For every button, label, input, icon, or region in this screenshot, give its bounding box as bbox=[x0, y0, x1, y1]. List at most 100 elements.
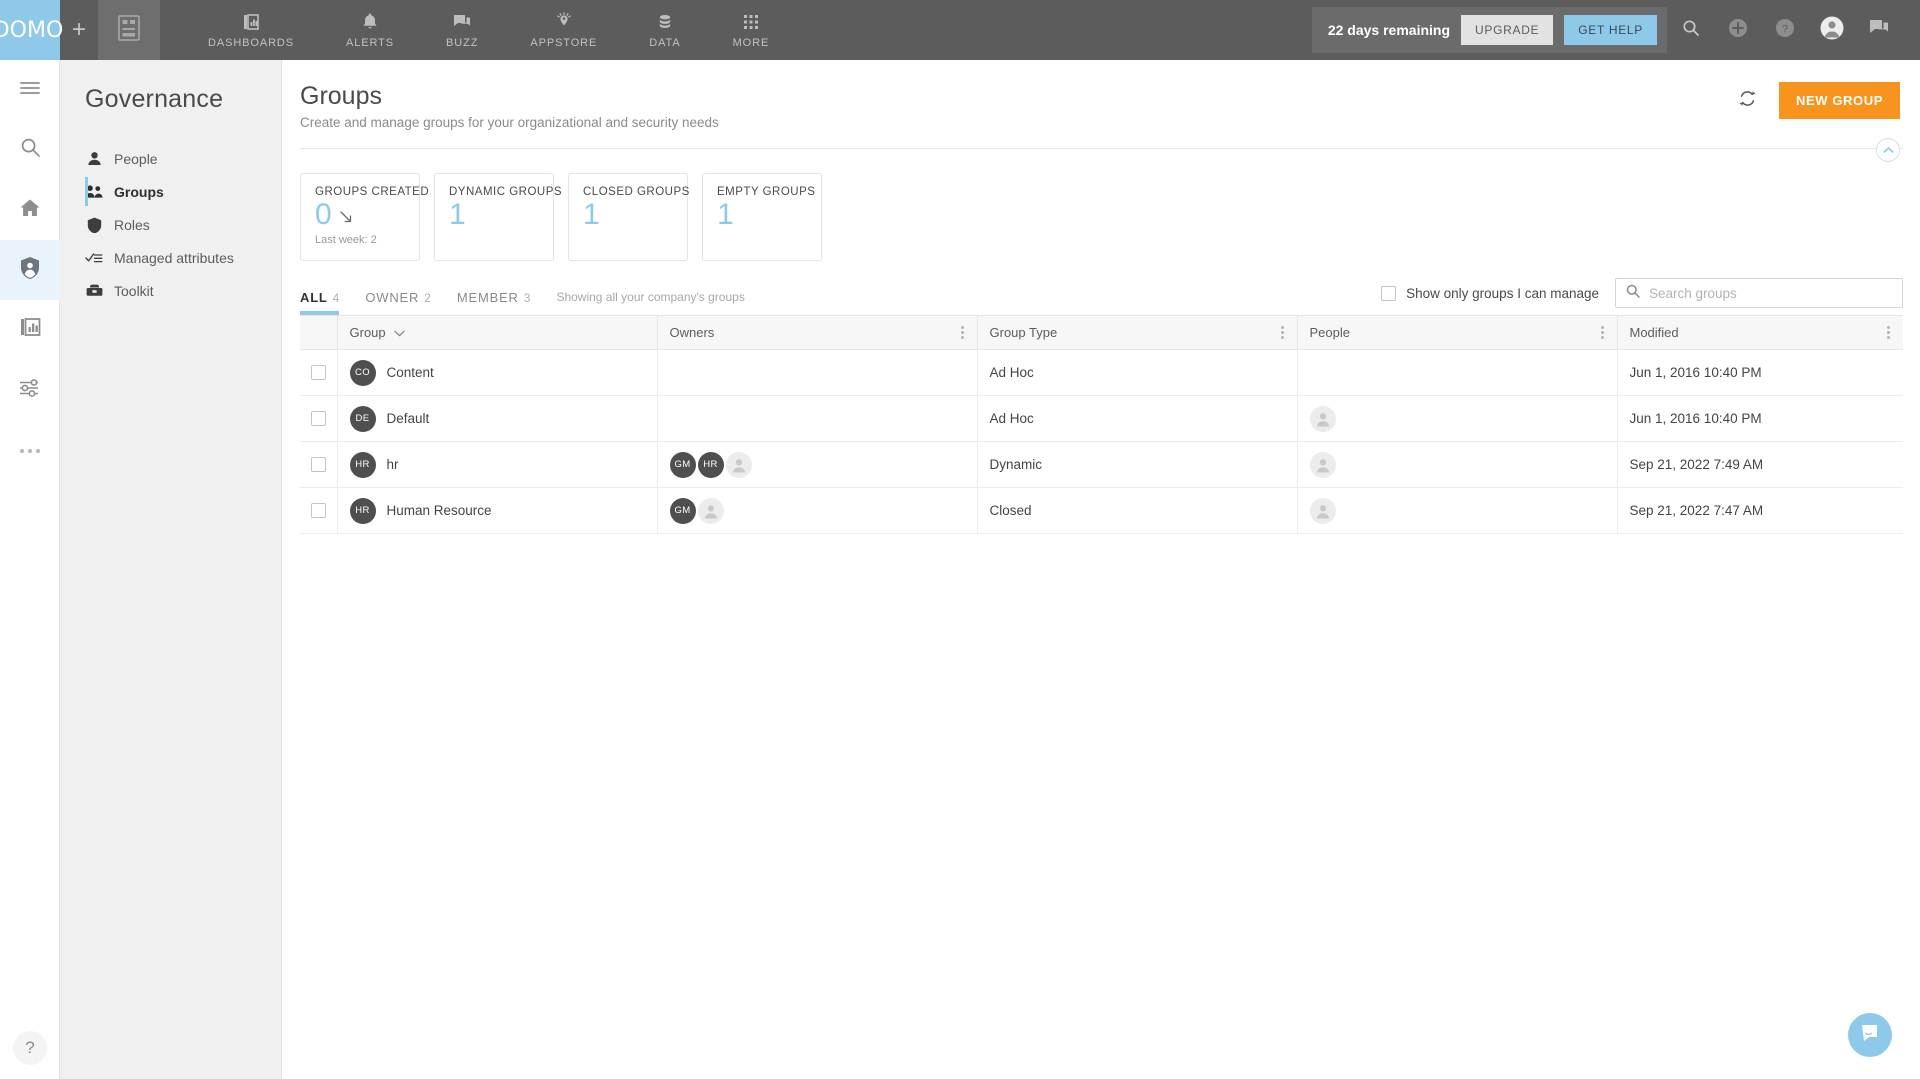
rail-item-settings[interactable] bbox=[0, 360, 60, 420]
cell-group-type: Closed bbox=[977, 487, 1298, 534]
new-group-button[interactable]: NEW GROUP bbox=[1778, 82, 1900, 119]
stat-footnote: Last week: 2 bbox=[315, 234, 377, 246]
chevron-down-icon[interactable] bbox=[393, 325, 405, 340]
filter-controls: Show only groups I can manage bbox=[1381, 278, 1903, 315]
chat-support-button[interactable] bbox=[1848, 1013, 1892, 1057]
stat-card-empty-groups[interactable]: EMPTY GROUPS 1 bbox=[702, 173, 822, 261]
sidebar-item-roles[interactable]: Roles bbox=[60, 208, 281, 241]
sidebar-item-groups[interactable]: Groups bbox=[60, 175, 281, 208]
chat-icon bbox=[453, 12, 471, 32]
main-nav-items: DASHBOARDS ALERTS BUZZ APPSTORE DATA MOR… bbox=[182, 0, 795, 60]
sidebar-item-people[interactable]: People bbox=[60, 142, 281, 175]
collapse-stats-button[interactable] bbox=[1876, 138, 1900, 162]
rail-item-search[interactable] bbox=[0, 120, 60, 180]
column-header-modified[interactable]: Modified bbox=[1617, 315, 1903, 350]
tab-count: 4 bbox=[332, 291, 340, 305]
stat-card-closed-groups[interactable]: CLOSED GROUPS 1 bbox=[568, 173, 690, 261]
page-header: Groups Create and manage groups for your… bbox=[283, 60, 1920, 130]
manage-filter-checkbox-wrapper[interactable]: Show only groups I can manage bbox=[1381, 285, 1599, 301]
rail-help-button[interactable]: ? bbox=[13, 1031, 47, 1065]
rail-item-menu[interactable] bbox=[0, 60, 60, 120]
buzz-panel-button[interactable] bbox=[1855, 0, 1902, 60]
row-checkbox[interactable] bbox=[310, 365, 326, 380]
row-select-cell[interactable] bbox=[300, 441, 338, 488]
row-checkbox[interactable] bbox=[310, 411, 326, 426]
group-name[interactable]: Content bbox=[387, 365, 434, 380]
nav-item-more[interactable]: MORE bbox=[707, 0, 796, 60]
stat-label: GROUPS CREATED bbox=[315, 186, 430, 198]
select-all-header[interactable] bbox=[300, 315, 338, 350]
owner-avatar[interactable]: GM bbox=[669, 497, 696, 524]
user-profile-button[interactable] bbox=[1808, 0, 1855, 60]
stat-value-wrap: 1 bbox=[717, 198, 821, 232]
get-help-button[interactable]: GET HELP bbox=[1564, 15, 1657, 45]
nav-item-dashboards[interactable]: DASHBOARDS bbox=[182, 0, 320, 60]
rail-item-governance[interactable] bbox=[0, 240, 60, 300]
column-header-group-type[interactable]: Group Type bbox=[977, 315, 1298, 350]
sidebar-item-toolkit[interactable]: Toolkit bbox=[60, 274, 281, 307]
table-row[interactable]: HR Human Resource GM Closed Sep 21, 2022… bbox=[300, 487, 1903, 534]
row-select-cell[interactable] bbox=[300, 395, 338, 442]
toolbox-icon bbox=[85, 284, 103, 297]
search-groups-box[interactable] bbox=[1615, 278, 1903, 308]
tab-all[interactable]: ALL 4 bbox=[300, 290, 340, 315]
nav-item-data[interactable]: DATA bbox=[623, 0, 706, 60]
owner-avatar[interactable]: HR bbox=[697, 451, 724, 478]
column-header-people[interactable]: People bbox=[1297, 315, 1618, 350]
card-builder-button[interactable] bbox=[98, 0, 160, 60]
row-checkbox[interactable] bbox=[310, 457, 326, 472]
governance-shield-icon bbox=[19, 256, 41, 285]
chevron-up-icon bbox=[1882, 141, 1894, 159]
group-name[interactable]: Default bbox=[387, 411, 430, 426]
table-row[interactable]: HR hr GM HR Dynamic Sep 21, 2022 7:49 AM bbox=[300, 441, 1903, 488]
sidebar-title: Governance bbox=[85, 85, 224, 113]
add-button[interactable]: + bbox=[60, 0, 98, 60]
tabs-and-filter-row: ALL 4 OWNER 2 MEMBER 3 Showing all your … bbox=[283, 261, 1920, 315]
tabs-note: Showing all your company's groups bbox=[556, 290, 745, 304]
column-header-owners[interactable]: Owners bbox=[657, 315, 978, 350]
table-row[interactable]: CO Content Ad Hoc Jun 1, 2016 10:40 PM bbox=[300, 349, 1903, 396]
question-circle-icon: ? bbox=[1775, 18, 1795, 43]
group-avatar: HR bbox=[349, 451, 376, 478]
column-menu-icon[interactable] bbox=[960, 323, 965, 342]
cell-group: CO Content bbox=[337, 349, 658, 396]
page-title: Groups bbox=[300, 82, 382, 110]
column-menu-icon[interactable] bbox=[1600, 323, 1605, 342]
rail-item-cards[interactable] bbox=[0, 300, 60, 360]
row-select-cell[interactable] bbox=[300, 487, 338, 534]
owner-avatar[interactable]: GM bbox=[669, 451, 696, 478]
tab-owner[interactable]: OWNER 2 bbox=[365, 290, 431, 315]
nav-item-appstore[interactable]: APPSTORE bbox=[504, 0, 623, 60]
tab-member[interactable]: MEMBER 3 bbox=[457, 290, 531, 315]
column-menu-icon[interactable] bbox=[1280, 323, 1285, 342]
cell-people bbox=[1297, 441, 1618, 488]
nav-item-buzz[interactable]: BUZZ bbox=[420, 0, 504, 60]
upgrade-button[interactable]: UPGRADE bbox=[1461, 15, 1554, 45]
stat-label: CLOSED GROUPS bbox=[583, 186, 690, 198]
quick-add-button[interactable] bbox=[1714, 0, 1761, 60]
row-checkbox[interactable] bbox=[310, 503, 326, 518]
column-header-group[interactable]: Group bbox=[337, 315, 658, 350]
nav-item-alerts[interactable]: ALERTS bbox=[320, 0, 420, 60]
help-button[interactable]: ? bbox=[1761, 0, 1808, 60]
search-input[interactable] bbox=[1649, 285, 1892, 301]
manage-filter-checkbox[interactable] bbox=[1381, 285, 1397, 301]
group-name[interactable]: Human Resource bbox=[387, 503, 492, 518]
table-row[interactable]: DE Default Ad Hoc Jun 1, 2016 10:40 PM bbox=[300, 395, 1903, 442]
global-search-button[interactable] bbox=[1667, 0, 1714, 60]
stat-card-dynamic-groups[interactable]: DYNAMIC GROUPS 1 bbox=[434, 173, 563, 261]
refresh-button[interactable] bbox=[1738, 89, 1757, 113]
sidebar-item-managed-attributes[interactable]: Managed attributes bbox=[60, 241, 281, 274]
group-name[interactable]: hr bbox=[387, 457, 399, 472]
group-avatar: DE bbox=[349, 405, 376, 432]
stat-label: DYNAMIC GROUPS bbox=[449, 186, 563, 198]
sidebar-item-label: Roles bbox=[114, 216, 150, 233]
column-menu-icon[interactable] bbox=[1886, 323, 1891, 342]
person-placeholder-avatar bbox=[725, 451, 752, 478]
rail-item-more[interactable] bbox=[0, 420, 60, 480]
domo-logo[interactable]: DOMO bbox=[0, 0, 63, 60]
cell-group-type: Dynamic bbox=[977, 441, 1298, 488]
row-select-cell[interactable] bbox=[300, 349, 338, 396]
rail-item-home[interactable] bbox=[0, 180, 60, 240]
stat-card-groups-created[interactable]: GROUPS CREATED 0 Last week: 2 bbox=[300, 173, 430, 261]
